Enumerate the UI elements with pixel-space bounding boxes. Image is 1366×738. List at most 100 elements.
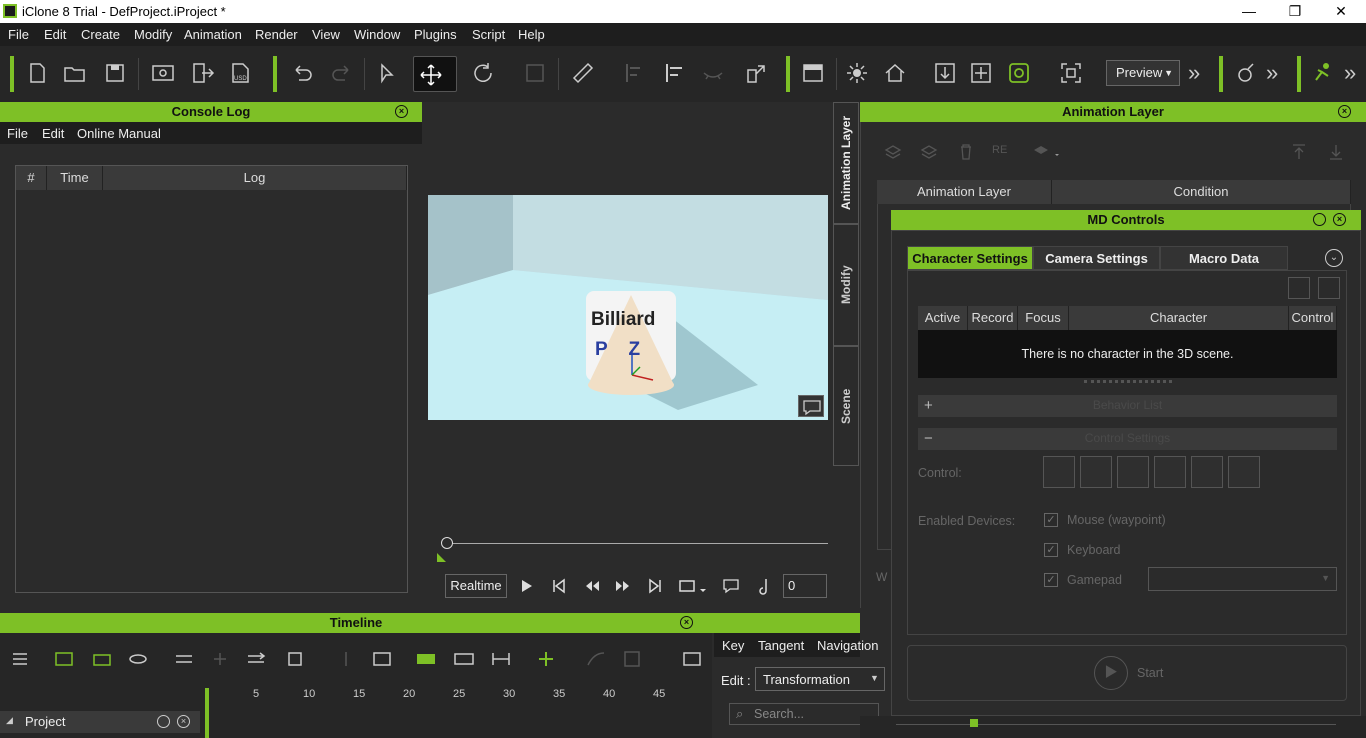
next-frame-icon[interactable] — [615, 578, 631, 594]
collapse-chevron-icon[interactable]: ⌄ — [1325, 249, 1343, 267]
restore-button[interactable]: ❐ — [1272, 0, 1318, 23]
resize-grip[interactable] — [1084, 380, 1172, 383]
time-scrubber-track[interactable] — [447, 543, 828, 544]
mini-playhead[interactable] — [970, 719, 978, 727]
select-arrow-icon[interactable] — [374, 60, 400, 86]
track-list-icon[interactable] — [8, 647, 32, 671]
column-control[interactable]: Control — [1289, 306, 1337, 330]
home-camera-icon[interactable] — [882, 60, 908, 86]
motion-pose-icon[interactable] — [1232, 60, 1258, 86]
behavior-list-header[interactable]: + Behavior List — [918, 395, 1337, 417]
go-to-end-icon[interactable] — [648, 578, 662, 594]
location-control-icon[interactable] — [1154, 456, 1186, 488]
tab-animation-layer[interactable]: Animation Layer — [833, 102, 859, 224]
layer-options-icon[interactable] — [1031, 142, 1061, 162]
align-left-icon[interactable] — [622, 60, 648, 86]
pick-parent-icon[interactable] — [1006, 60, 1032, 86]
timeline-options-icon[interactable] — [680, 647, 704, 671]
move-tool-icon[interactable] — [413, 56, 457, 92]
tab-tangent[interactable]: Tangent — [758, 638, 804, 653]
close-button[interactable]: ✕ — [1318, 0, 1364, 23]
light-sun-icon[interactable] — [844, 60, 870, 86]
loop-clip-icon[interactable] — [414, 647, 438, 671]
break-clip-icon[interactable] — [172, 647, 196, 671]
curve-icon[interactable] — [584, 647, 608, 671]
menu-help[interactable]: Help — [518, 27, 545, 42]
clip-options-icon[interactable] — [284, 647, 308, 671]
menu-render[interactable]: Render — [255, 27, 298, 42]
console-menu-online-manual[interactable]: Online Manual — [77, 126, 161, 141]
time-ruler[interactable]: 5 10 15 20 25 30 35 40 45 — [205, 688, 695, 708]
gamepad-checkbox[interactable]: ✓ — [1044, 573, 1058, 587]
layout-view-icon[interactable] — [800, 60, 826, 86]
column-focus[interactable]: Focus — [1018, 306, 1069, 330]
keyboard-checkbox[interactable]: ✓ — [1044, 543, 1058, 557]
add-layer-icon[interactable] — [883, 142, 903, 162]
play-icon[interactable] — [520, 578, 534, 594]
previous-frame-icon[interactable] — [584, 578, 600, 594]
fit-track-icon[interactable] — [52, 647, 76, 671]
menu-window[interactable]: Window — [354, 27, 400, 42]
fit-view-icon[interactable] — [1058, 60, 1084, 86]
md-motion-icon[interactable] — [1310, 60, 1336, 86]
speed-clip-icon[interactable] — [452, 647, 476, 671]
playhead[interactable] — [205, 688, 209, 738]
menu-create[interactable]: Create — [81, 27, 120, 42]
redo-icon[interactable] — [328, 60, 354, 86]
new-file-icon[interactable] — [24, 60, 50, 86]
add-motion-icon[interactable] — [534, 647, 558, 671]
add-key-icon[interactable] — [208, 647, 232, 671]
layers-icon[interactable] — [919, 142, 939, 162]
close-md-controls-icon[interactable]: × — [1333, 213, 1346, 226]
realtime-dropdown[interactable]: Realtime — [445, 574, 507, 598]
re-layer-icon[interactable]: RE — [992, 144, 1007, 156]
minimize-button[interactable]: — — [1226, 0, 1272, 23]
column-animation-layer[interactable]: Animation Layer — [877, 180, 1052, 204]
save-icon[interactable] — [102, 60, 128, 86]
toolbar-more-button-2[interactable]: » — [1266, 60, 1278, 86]
import-icon[interactable] — [1318, 277, 1340, 299]
tab-scene[interactable]: Scene — [833, 346, 859, 466]
console-menu-file[interactable]: File — [7, 126, 28, 141]
project-expand-icon[interactable] — [157, 715, 170, 728]
menu-script[interactable]: Script — [472, 27, 505, 42]
trim-icon[interactable] — [370, 647, 394, 671]
mouse-checkbox[interactable]: ✓ — [1044, 513, 1058, 527]
usd-export-icon[interactable]: USD — [228, 60, 254, 86]
tab-key[interactable]: Key — [722, 638, 744, 653]
tab-macro-data[interactable]: Macro Data — [1160, 246, 1288, 270]
current-frame-input[interactable]: 0 — [783, 574, 827, 598]
control-settings-header[interactable]: − Control Settings — [918, 428, 1337, 450]
motion-layer-icon[interactable] — [620, 647, 644, 671]
project-close-icon[interactable]: × — [177, 715, 190, 728]
align-distribute-icon[interactable] — [662, 60, 688, 86]
transition-icon[interactable] — [244, 647, 268, 671]
menu-view[interactable]: View — [312, 27, 340, 42]
scale-tool-icon[interactable] — [522, 60, 548, 86]
tab-navigation[interactable]: Navigation — [817, 638, 878, 653]
move-bottom-icon[interactable] — [1326, 142, 1346, 162]
column-condition[interactable]: Condition — [1052, 180, 1351, 204]
loop-mode-icon[interactable] — [678, 577, 708, 595]
mini-timeline-track[interactable] — [896, 724, 1336, 725]
tab-camera-settings[interactable]: Camera Settings — [1033, 246, 1160, 270]
hide-eye-icon[interactable] — [700, 60, 726, 86]
column-time[interactable]: Time — [47, 166, 103, 190]
menu-plugins[interactable]: Plugins — [414, 27, 457, 42]
menu-modify[interactable]: Modify — [134, 27, 172, 42]
attach-pin-icon[interactable] — [742, 60, 768, 86]
export-icon[interactable] — [190, 60, 216, 86]
go-to-start-icon[interactable] — [552, 578, 566, 594]
waypoint-control-icon[interactable] — [1117, 456, 1149, 488]
close-console-icon[interactable]: × — [395, 105, 408, 118]
tab-character-settings[interactable]: Character Settings — [907, 246, 1033, 270]
show-track-eye-icon[interactable] — [126, 647, 150, 671]
column-log[interactable]: Log — [103, 166, 407, 190]
gamepad-control-icon[interactable] — [1043, 456, 1075, 488]
playback-control-icon[interactable] — [1228, 456, 1260, 488]
start-button[interactable]: Start — [907, 645, 1347, 701]
center-focus-icon[interactable] — [968, 60, 994, 86]
rotate-tool-icon[interactable] — [470, 60, 496, 86]
preview-render-icon[interactable] — [150, 60, 176, 86]
column-active[interactable]: Active — [918, 306, 968, 330]
